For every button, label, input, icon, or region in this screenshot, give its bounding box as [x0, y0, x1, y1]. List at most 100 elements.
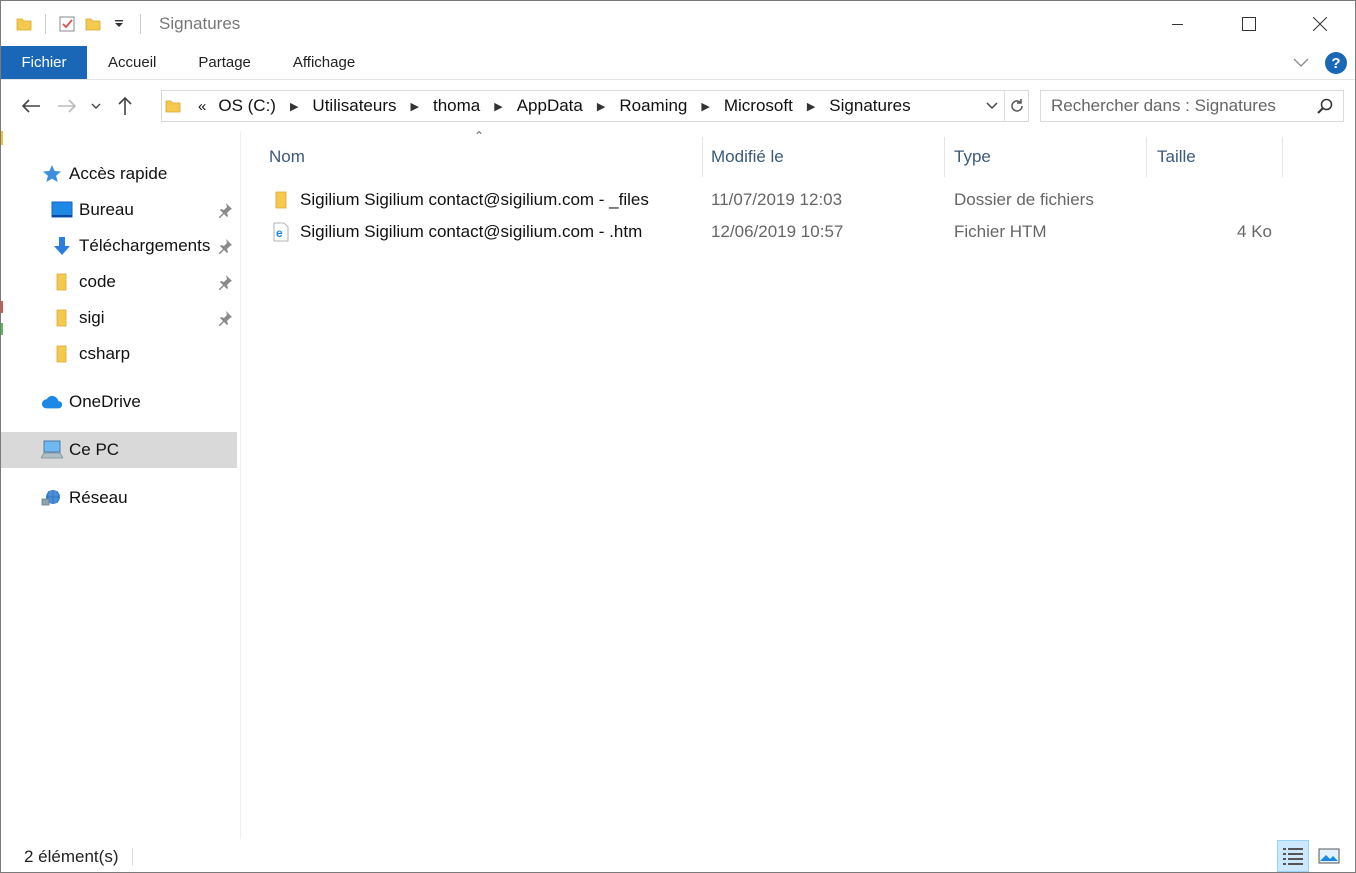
sidebar-item-label: csharp	[79, 344, 131, 363]
chevron-right-icon[interactable]: ▶	[597, 100, 605, 113]
sidebar-item-label: Accès rapide	[69, 164, 168, 183]
close-button[interactable]	[1284, 1, 1355, 46]
svg-text:e: e	[276, 226, 283, 240]
folder-icon	[51, 307, 73, 329]
sidebar-item-code[interactable]: code	[1, 264, 237, 300]
window-title: Signatures	[159, 13, 241, 33]
file-name: Sigilium Sigilium contact@sigilium.com -…	[300, 222, 643, 241]
chevron-right-icon[interactable]: ▶	[701, 100, 709, 113]
quick-access-toolbar	[1, 1, 153, 46]
column-header-name[interactable]: Nom	[259, 137, 701, 177]
details-view-icon	[1283, 848, 1303, 865]
file-explorer-window: Signatures Fichier Accueil Partage Affic…	[0, 0, 1356, 873]
sidebar-item-onedrive[interactable]: OneDrive	[1, 384, 237, 420]
tab-fichier[interactable]: Fichier	[1, 46, 87, 79]
folder-icon	[51, 271, 73, 293]
sidebar-item-sigi[interactable]: sigi	[1, 300, 237, 336]
chevron-down-icon	[91, 103, 101, 109]
divider	[132, 847, 134, 866]
breadcrumb-item[interactable]: Microsoft	[724, 96, 793, 116]
minimize-button[interactable]	[1142, 1, 1213, 46]
sidebar-item-label: Réseau	[69, 488, 128, 507]
ribbon-right: ?	[1293, 46, 1351, 80]
pin-icon[interactable]	[217, 202, 233, 218]
file-type: Fichier HTM	[954, 222, 1047, 241]
window-controls	[1142, 1, 1355, 46]
breadcrumb-item[interactable]: OS (C:)	[218, 96, 276, 116]
breadcrumb-item[interactable]: Signatures	[829, 96, 910, 116]
breadcrumb-item[interactable]: thoma	[433, 96, 480, 116]
table-row[interactable]: Sigilium Sigilium contact@sigilium.com -…	[262, 184, 1302, 216]
chevron-right-icon[interactable]: ▶	[290, 100, 298, 113]
new-folder-icon[interactable]	[84, 15, 102, 33]
chevron-right-icon[interactable]: ▶	[411, 100, 419, 113]
arrow-left-icon	[21, 99, 40, 113]
search-icon[interactable]	[1307, 98, 1343, 114]
tab-accueil[interactable]: Accueil	[87, 46, 177, 79]
view-switcher	[1273, 840, 1345, 872]
back-button[interactable]	[13, 88, 49, 124]
column-header-size[interactable]: Taille	[1147, 137, 1282, 177]
up-button[interactable]	[107, 88, 143, 124]
breadcrumb-item[interactable]: Roaming	[619, 96, 687, 116]
properties-icon[interactable]	[58, 15, 76, 33]
file-modified: 12/06/2019 10:57	[711, 222, 844, 241]
sidebar-item-label: Ce PC	[69, 440, 120, 459]
sidebar-item-telechargements[interactable]: Téléchargements	[1, 228, 237, 264]
column-header-type[interactable]: Type	[944, 137, 1146, 177]
pin-icon[interactable]	[217, 274, 233, 290]
sidebar-item-csharp[interactable]: csharp	[1, 336, 237, 372]
large-icons-view-button[interactable]	[1313, 840, 1345, 872]
sidebar-item-label: OneDrive	[69, 392, 141, 411]
breadcrumb-overflow[interactable]: «	[198, 98, 206, 115]
chevron-down-icon	[986, 102, 998, 110]
navigation-bar: « OS (C:) ▶ Utilisateurs ▶ thoma ▶ AppDa…	[1, 81, 1355, 131]
expand-ribbon-icon[interactable]	[1293, 55, 1309, 72]
item-count: 2 élément(s)	[24, 846, 119, 866]
search-box[interactable]	[1040, 90, 1344, 122]
minimize-icon	[1171, 23, 1183, 25]
file-type: Dossier de fichiers	[954, 190, 1094, 209]
chevron-right-icon[interactable]: ▶	[807, 100, 815, 113]
maximize-icon	[1241, 16, 1256, 31]
pin-icon[interactable]	[217, 310, 233, 326]
sidebar-item-ce-pc[interactable]: Ce PC	[1, 432, 237, 468]
forward-button[interactable]	[49, 88, 85, 124]
tab-affichage[interactable]: Affichage	[272, 46, 376, 79]
address-history-button[interactable]	[980, 91, 1004, 121]
close-icon	[1312, 16, 1327, 31]
column-divider[interactable]	[1282, 137, 1283, 177]
customize-toolbar-icon[interactable]	[110, 15, 128, 33]
sidebar-item-label: code	[79, 272, 116, 291]
search-input[interactable]	[1051, 96, 1307, 116]
ribbon-tabs: Fichier Accueil Partage Affichage ?	[1, 46, 1355, 80]
pin-icon[interactable]	[217, 238, 233, 254]
computer-icon	[41, 439, 63, 461]
help-button[interactable]: ?	[1325, 52, 1347, 74]
desktop-icon	[51, 199, 73, 221]
table-row[interactable]: e Sigilium Sigilium contact@sigilium.com…	[262, 216, 1302, 248]
details-view-button[interactable]	[1277, 840, 1309, 872]
sidebar-item-quick-access[interactable]: Accès rapide	[1, 156, 237, 192]
sidebar-item-reseau[interactable]: Réseau	[1, 480, 237, 516]
refresh-button[interactable]	[1004, 91, 1028, 121]
tab-partage[interactable]: Partage	[177, 46, 272, 79]
divider	[140, 13, 141, 34]
folder-icon	[51, 343, 73, 365]
divider	[45, 13, 46, 34]
file-size: 4 Ko	[1237, 222, 1272, 241]
sidebar-item-label: Téléchargements	[79, 236, 211, 255]
breadcrumb-item[interactable]: Utilisateurs	[312, 96, 396, 116]
cloud-icon	[41, 391, 63, 413]
address-bar[interactable]: « OS (C:) ▶ Utilisateurs ▶ thoma ▶ AppDa…	[161, 90, 1029, 122]
chevron-right-icon[interactable]: ▶	[494, 100, 502, 113]
column-header-modified[interactable]: Modifié le	[701, 137, 943, 177]
folder-icon	[272, 190, 292, 210]
sidebar-item-bureau[interactable]: Bureau	[1, 192, 237, 228]
recent-locations-button[interactable]	[85, 88, 107, 124]
maximize-button[interactable]	[1213, 1, 1284, 46]
sidebar-item-label: sigi	[79, 308, 105, 327]
arrow-up-icon	[118, 96, 132, 115]
refresh-icon	[1010, 99, 1023, 112]
breadcrumb-item[interactable]: AppData	[517, 96, 583, 116]
